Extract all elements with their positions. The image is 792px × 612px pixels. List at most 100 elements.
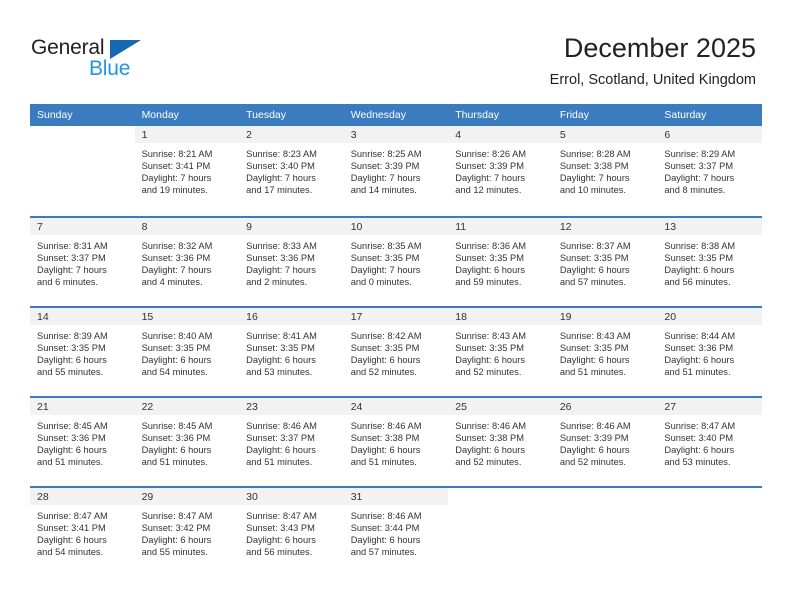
- day-number: 29: [134, 488, 240, 505]
- calendar-day[interactable]: 29 Sunrise: 8:47 AM Sunset: 3:42 PM Dayligh…: [134, 486, 240, 576]
- daylight-duration-line2: and 51 minutes.: [350, 457, 417, 468]
- calendar-day[interactable]: 31 Sunrise: 8:46 AM Sunset: 3:44 PM Dayligh…: [343, 486, 449, 576]
- daylight-duration-line2: and 8 minutes.: [664, 185, 726, 196]
- daylight-duration-line2: and 52 minutes.: [455, 367, 522, 378]
- calendar-day[interactable]: 1 Sunrise: 8:21 AM Sunset: 3:41 PM Daylight…: [134, 126, 240, 216]
- day-number: 26: [552, 398, 658, 415]
- day-sun-info: Sunrise: 8:35 AM Sunset: 3:35 PM Daylight:…: [344, 235, 449, 288]
- daylight-duration-line2: and 54 minutes.: [37, 547, 104, 558]
- daylight-duration-line1: Daylight: 6 hours: [141, 445, 212, 456]
- calendar-cell: 24 Sunrise: 8:46 AM Sunset: 3:38 PM Dayligh…: [343, 396, 449, 486]
- day-number: 24: [343, 398, 449, 415]
- daylight-duration-line2: and 52 minutes.: [350, 367, 417, 378]
- calendar-cell: 1 Sunrise: 8:21 AM Sunset: 3:41 PM Daylight…: [134, 126, 240, 216]
- daylight-duration-line2: and 52 minutes.: [559, 457, 626, 468]
- calendar-day[interactable]: 19 Sunrise: 8:43 AM Sunset: 3:35 PM Dayligh…: [552, 306, 658, 396]
- sunrise-time: Sunrise: 8:41 AM: [246, 331, 317, 341]
- calendar-day[interactable]: 9 Sunrise: 8:33 AM Sunset: 3:36 PM Daylight…: [239, 216, 344, 306]
- calendar-cell: 7 Sunrise: 8:31 AM Sunset: 3:37 PM Daylight…: [30, 216, 135, 306]
- day-sun-info: Sunrise: 8:21 AM Sunset: 3:41 PM Daylight:…: [135, 143, 240, 196]
- calendar-day[interactable]: 11 Sunrise: 8:36 AM Sunset: 3:35 PM Dayligh…: [448, 216, 553, 306]
- sunrise-time: Sunrise: 8:40 AM: [141, 331, 213, 341]
- sunrise-time: Sunrise: 8:47 AM: [141, 511, 213, 521]
- calendar-day[interactable]: 10 Sunrise: 8:35 AM Sunset: 3:35 PM Dayligh…: [343, 216, 449, 306]
- sunset-time: Sunset: 3:36 PM: [664, 343, 734, 354]
- calendar-day[interactable]: 30 Sunrise: 8:47 AM Sunset: 3:43 PM Dayligh…: [239, 486, 344, 576]
- calendar-day[interactable]: 3 Sunrise: 8:25 AM Sunset: 3:39 PM Daylight…: [343, 126, 449, 216]
- calendar-day-empty: [30, 126, 135, 216]
- calendar-day[interactable]: 2 Sunrise: 8:23 AM Sunset: 3:40 PM Daylight…: [239, 126, 344, 216]
- calendar-day[interactable]: 13 Sunrise: 8:38 AM Sunset: 3:35 PM Dayligh…: [657, 216, 762, 306]
- calendar-day[interactable]: 25 Sunrise: 8:46 AM Sunset: 3:38 PM Dayligh…: [448, 396, 553, 486]
- day-sun-info: Sunrise: 8:45 AM Sunset: 3:36 PM Daylight:…: [30, 415, 135, 468]
- daylight-duration-line2: and 55 minutes.: [37, 367, 104, 378]
- calendar-cell: 30 Sunrise: 8:47 AM Sunset: 3:43 PM Dayligh…: [239, 486, 344, 576]
- page-subtitle: Errol, Scotland, United Kingdom: [549, 72, 756, 88]
- day-sun-info: Sunrise: 8:40 AM Sunset: 3:35 PM Daylight:…: [135, 325, 240, 378]
- calendar-day[interactable]: 15 Sunrise: 8:40 AM Sunset: 3:35 PM Dayligh…: [134, 306, 240, 396]
- sunrise-time: Sunrise: 8:29 AM: [664, 149, 736, 159]
- day-number: 19: [552, 308, 658, 325]
- calendar-day[interactable]: 14 Sunrise: 8:39 AM Sunset: 3:35 PM Dayligh…: [30, 306, 135, 396]
- daylight-duration-line1: Daylight: 6 hours: [246, 355, 316, 366]
- sunrise-time: Sunrise: 8:46 AM: [246, 421, 317, 431]
- sunrise-time: Sunrise: 8:32 AM: [141, 241, 213, 251]
- calendar-day[interactable]: 4 Sunrise: 8:26 AM Sunset: 3:39 PM Daylight…: [448, 126, 553, 216]
- sunset-time: Sunset: 3:35 PM: [246, 343, 315, 354]
- calendar-day[interactable]: 20 Sunrise: 8:44 AM Sunset: 3:36 PM Dayligh…: [657, 306, 762, 396]
- calendar-day[interactable]: 6 Sunrise: 8:29 AM Sunset: 3:37 PM Daylight…: [657, 126, 762, 216]
- day-sun-info: Sunrise: 8:26 AM Sunset: 3:39 PM Daylight:…: [448, 143, 553, 196]
- day-number: 17: [343, 308, 449, 325]
- sunset-time: Sunset: 3:35 PM: [455, 253, 524, 264]
- calendar-day[interactable]: 17 Sunrise: 8:42 AM Sunset: 3:35 PM Dayligh…: [343, 306, 449, 396]
- sunrise-time: Sunrise: 8:46 AM: [559, 421, 631, 431]
- day-sun-info: Sunrise: 8:46 AM Sunset: 3:38 PM Daylight:…: [448, 415, 553, 468]
- day-sun-info: Sunrise: 8:38 AM Sunset: 3:35 PM Daylight:…: [657, 235, 762, 288]
- daylight-duration-line1: Daylight: 6 hours: [664, 355, 735, 366]
- calendar-day[interactable]: 12 Sunrise: 8:37 AM Sunset: 3:35 PM Dayligh…: [552, 216, 658, 306]
- sunrise-time: Sunrise: 8:44 AM: [664, 331, 736, 341]
- daylight-duration-line2: and 51 minutes.: [37, 457, 104, 468]
- calendar-cell: 23 Sunrise: 8:46 AM Sunset: 3:37 PM Dayligh…: [239, 396, 344, 486]
- calendar-cell: 22 Sunrise: 8:45 AM Sunset: 3:36 PM Dayligh…: [134, 396, 240, 486]
- calendar-day[interactable]: 23 Sunrise: 8:46 AM Sunset: 3:37 PM Dayligh…: [239, 396, 344, 486]
- sunset-time: Sunset: 3:38 PM: [350, 433, 420, 444]
- day-number: 23: [239, 398, 344, 415]
- day-number: 20: [657, 308, 762, 325]
- calendar-day[interactable]: 16 Sunrise: 8:41 AM Sunset: 3:35 PM Dayligh…: [239, 306, 344, 396]
- day-number: [657, 488, 762, 505]
- daylight-duration-line1: Daylight: 7 hours: [455, 173, 526, 184]
- sunrise-time: Sunrise: 8:46 AM: [350, 421, 422, 431]
- sunset-time: Sunset: 3:35 PM: [350, 343, 420, 354]
- calendar-day[interactable]: 8 Sunrise: 8:32 AM Sunset: 3:36 PM Daylight…: [134, 216, 240, 306]
- day-sun-info: Sunrise: 8:47 AM Sunset: 3:40 PM Daylight:…: [657, 415, 762, 468]
- title-block: December 2025 Errol, Scotland, United Ki…: [550, 32, 756, 90]
- calendar-day[interactable]: 7 Sunrise: 8:31 AM Sunset: 3:37 PM Daylight…: [30, 216, 135, 306]
- sunrise-time: Sunrise: 8:28 AM: [559, 149, 631, 159]
- day-number: 28: [30, 488, 135, 505]
- daylight-duration-line2: and 56 minutes.: [246, 547, 313, 558]
- calendar-day[interactable]: 27 Sunrise: 8:47 AM Sunset: 3:40 PM Dayligh…: [657, 396, 762, 486]
- sunrise-time: Sunrise: 8:25 AM: [350, 149, 422, 159]
- calendar-day[interactable]: 18 Sunrise: 8:43 AM Sunset: 3:35 PM Dayligh…: [448, 306, 553, 396]
- daylight-duration-line2: and 14 minutes.: [350, 185, 417, 196]
- logo-text-blue: Blue: [89, 57, 131, 80]
- calendar-day[interactable]: 24 Sunrise: 8:46 AM Sunset: 3:38 PM Dayligh…: [343, 396, 449, 486]
- daylight-duration-line1: Daylight: 6 hours: [246, 445, 316, 456]
- daylight-duration-line1: Daylight: 7 hours: [664, 173, 735, 184]
- day-number: 7: [30, 218, 135, 235]
- calendar-day[interactable]: 22 Sunrise: 8:45 AM Sunset: 3:36 PM Dayligh…: [134, 396, 240, 486]
- calendar-day[interactable]: 26 Sunrise: 8:46 AM Sunset: 3:39 PM Dayligh…: [552, 396, 658, 486]
- day-sun-info: Sunrise: 8:37 AM Sunset: 3:35 PM Daylight:…: [553, 235, 658, 288]
- calendar-day[interactable]: 28 Sunrise: 8:47 AM Sunset: 3:41 PM Dayligh…: [30, 486, 135, 576]
- sunset-time: Sunset: 3:36 PM: [141, 253, 211, 264]
- calendar-cell: 19 Sunrise: 8:43 AM Sunset: 3:35 PM Dayligh…: [552, 306, 658, 396]
- sunrise-time: Sunrise: 8:39 AM: [37, 331, 108, 341]
- daylight-duration-line1: Daylight: 6 hours: [350, 535, 421, 546]
- general-blue-logo[interactable]: General Blue: [31, 36, 161, 82]
- calendar-day[interactable]: 21 Sunrise: 8:45 AM Sunset: 3:36 PM Dayligh…: [30, 396, 135, 486]
- sunrise-time: Sunrise: 8:45 AM: [37, 421, 108, 431]
- calendar-day[interactable]: 5 Sunrise: 8:28 AM Sunset: 3:38 PM Daylight…: [552, 126, 658, 216]
- day-sun-info: Sunrise: 8:47 AM Sunset: 3:41 PM Daylight:…: [30, 505, 135, 558]
- calendar-cell: 2 Sunrise: 8:23 AM Sunset: 3:40 PM Daylight…: [239, 126, 344, 216]
